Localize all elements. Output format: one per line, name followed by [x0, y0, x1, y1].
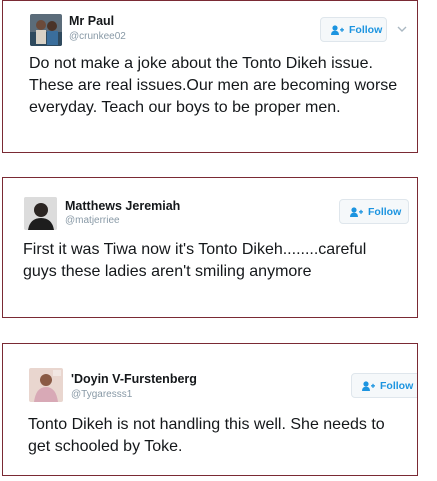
follow-user-icon — [350, 206, 363, 217]
avatar-image — [24, 197, 57, 230]
avatar[interactable] — [30, 14, 62, 46]
follow-button[interactable]: Follow — [339, 199, 409, 224]
avatar-image — [29, 368, 63, 402]
follow-button[interactable]: Follow — [351, 373, 417, 398]
avatar-image — [30, 14, 62, 46]
follow-label: Follow — [380, 379, 414, 392]
tweet-card: Matthews Jeremiah @matjerriee Follow Fir… — [2, 177, 418, 318]
tweet-card: 'Doyin V-Furstenberg @Tygaresss1 Follow … — [2, 343, 418, 476]
tweet-card: Mr Paul @crunkee02 Follow Do not make a … — [2, 0, 418, 153]
follow-user-icon — [331, 24, 344, 35]
username[interactable]: @matjerriee — [65, 215, 120, 226]
follow-label: Follow — [368, 205, 402, 218]
follow-button[interactable]: Follow — [320, 17, 387, 42]
tweet-text: Tonto Dikeh is not handling this well. S… — [28, 416, 385, 455]
avatar[interactable] — [29, 368, 63, 402]
display-name[interactable]: Matthews Jeremiah — [65, 199, 180, 213]
display-name[interactable]: Mr Paul — [69, 14, 114, 28]
username[interactable]: @crunkee02 — [69, 31, 126, 42]
follow-user-icon — [362, 380, 375, 391]
chevron-down-icon[interactable] — [396, 23, 408, 35]
username[interactable]: @Tygaresss1 — [71, 389, 132, 400]
follow-label: Follow — [349, 23, 383, 36]
tweet-text: First it was Tiwa now it's Tonto Dikeh..… — [23, 241, 367, 280]
tweet-text: Do not make a joke about the Tonto Dikeh… — [29, 55, 398, 116]
avatar[interactable] — [24, 197, 57, 230]
display-name[interactable]: 'Doyin V-Furstenberg — [71, 372, 197, 386]
